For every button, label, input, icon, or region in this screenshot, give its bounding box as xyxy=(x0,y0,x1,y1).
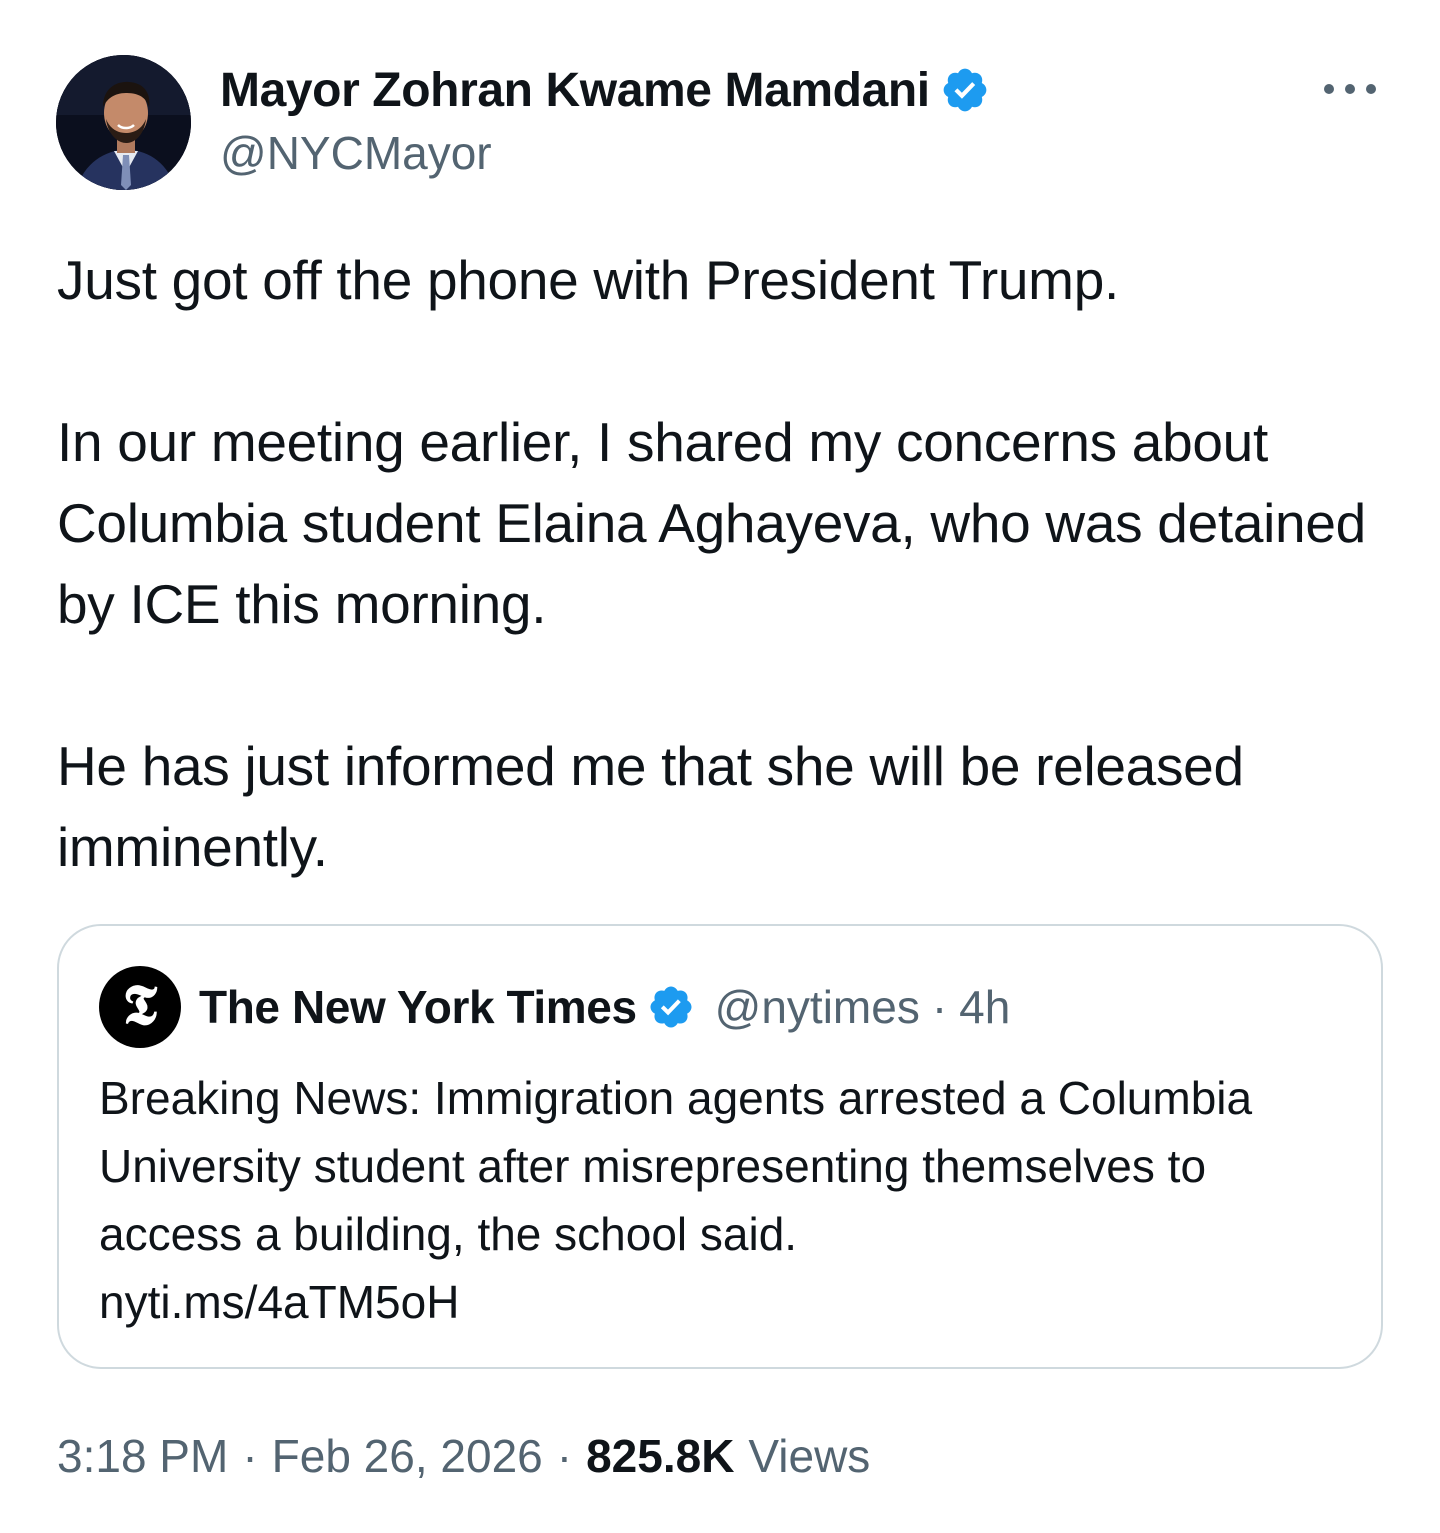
tweet-paragraph: In our meeting earlier, I shared my conc… xyxy=(57,411,1366,635)
avatar-photo-icon xyxy=(56,55,191,190)
tweet-paragraph: He has just informed me that she will be… xyxy=(57,735,1244,878)
verified-badge-icon[interactable] xyxy=(940,65,990,115)
tweet-paragraph: Just got off the phone with President Tr… xyxy=(57,249,1119,311)
quoted-timestamp[interactable]: 4h xyxy=(959,980,1010,1034)
quoted-tweet-header: The New York Times @nytimes · 4h xyxy=(199,976,1010,1038)
views-count[interactable]: 825.8K xyxy=(586,1429,734,1483)
meta-separator: · xyxy=(242,1430,258,1482)
quoted-text-body: Breaking News: Immigration agents arrest… xyxy=(99,1072,1253,1260)
verified-badge-icon[interactable] xyxy=(647,983,695,1031)
author-display-name[interactable]: Mayor Zohran Kwame Mamdani xyxy=(220,63,930,118)
tweet-text: Just got off the phone with President Tr… xyxy=(57,240,1377,888)
meta-separator: · xyxy=(556,1430,573,1482)
author-handle[interactable]: @NYCMayor xyxy=(220,126,492,180)
quoted-link[interactable]: nyti.ms/4aTM5oH xyxy=(99,1268,1329,1336)
more-dot xyxy=(1324,84,1334,94)
tweet-date[interactable]: Feb 26, 2026 xyxy=(272,1429,543,1483)
nytimes-logo-glyph: 𝕿 xyxy=(122,972,158,1038)
quoted-tweet-text: Breaking News: Immigration agents arrest… xyxy=(99,1064,1329,1336)
views-label[interactable]: Views xyxy=(748,1429,870,1483)
quoted-separator: · xyxy=(931,981,948,1033)
quoted-handle[interactable]: @nytimes xyxy=(715,980,920,1034)
quoted-display-name[interactable]: The New York Times xyxy=(199,980,637,1034)
tweet: Mayor Zohran Kwame Mamdani @NYCMayor Jus… xyxy=(0,0,1440,1533)
author-name-row: Mayor Zohran Kwame Mamdani xyxy=(220,58,990,122)
quoted-tweet-card[interactable]: 𝕿 The New York Times @nytimes · 4h Break… xyxy=(57,924,1383,1369)
more-dot xyxy=(1366,84,1376,94)
more-dot xyxy=(1345,84,1355,94)
tweet-time[interactable]: 3:18 PM xyxy=(57,1429,228,1483)
author-avatar[interactable] xyxy=(56,55,191,190)
nytimes-logo-icon[interactable]: 𝕿 xyxy=(99,966,181,1048)
tweet-meta: 3:18 PM · Feb 26, 2026 · 825.8K Views xyxy=(57,1426,870,1486)
more-horizontal-icon[interactable] xyxy=(1318,72,1382,106)
